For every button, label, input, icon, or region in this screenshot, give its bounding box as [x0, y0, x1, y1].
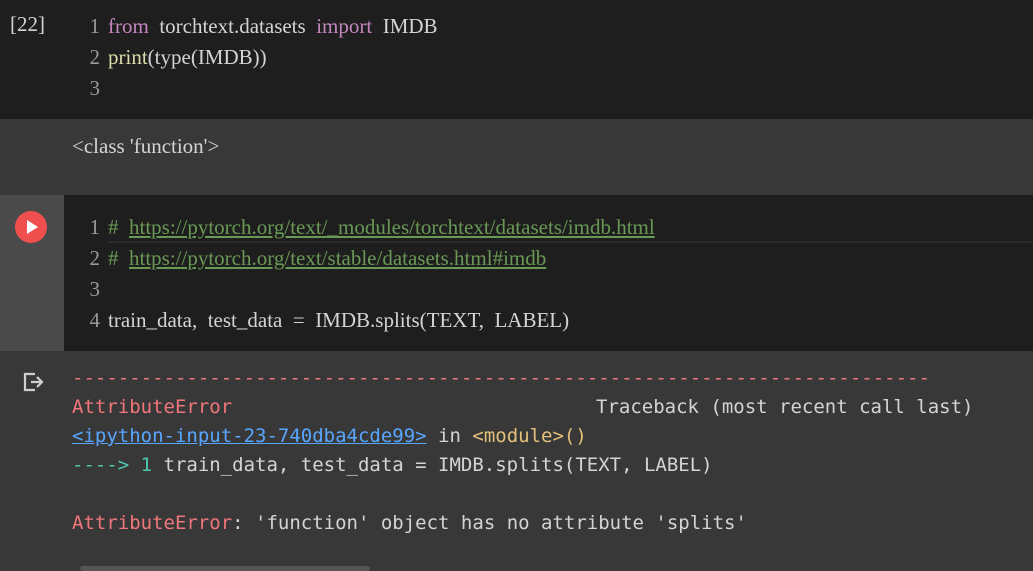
- traceback-divider: ----------------------------------------…: [72, 367, 930, 389]
- comment-hash: #: [108, 246, 119, 270]
- line-number: 1: [89, 14, 101, 38]
- code-line-1[interactable]: from torchtext.datasets import IMDB: [108, 14, 438, 39]
- ipython-input-link[interactable]: <ipython-input-23-740dba4cde99>: [72, 425, 427, 447]
- line-number: 1: [89, 215, 101, 239]
- error-name: AttributeError: [72, 396, 233, 418]
- traceback-arrow: ----> 1: [72, 454, 153, 476]
- print-args: (type(IMDB)): [147, 45, 267, 69]
- output-clear-icon[interactable]: [22, 371, 44, 393]
- traceback-label: Traceback (most recent call last): [596, 396, 974, 418]
- code-line-4[interactable]: train_data, test_data = IMDB.splits(TEXT…: [108, 308, 569, 333]
- traceback-code: train_data, test_data = IMDB.splits(TEXT…: [152, 454, 713, 476]
- line-highlight: [108, 241, 1033, 243]
- line-number: 4: [89, 308, 101, 332]
- import-name: IMDB: [382, 14, 438, 38]
- function-print: print: [108, 45, 148, 69]
- keyword-import: import: [316, 14, 373, 38]
- keyword-from: from: [108, 14, 149, 38]
- comment-link-1[interactable]: https://pytorch.org/text/_modules/torcht…: [129, 215, 655, 239]
- module-text: <module>(): [472, 425, 587, 447]
- code-line-2[interactable]: print(type(IMDB)): [108, 45, 267, 70]
- comment-link-2[interactable]: https://pytorch.org/text/stable/datasets…: [129, 246, 546, 270]
- line-number: 2: [89, 45, 101, 69]
- code-line-1[interactable]: # https://pytorch.org/text/_modules/torc…: [108, 215, 655, 240]
- horizontal-scrollbar[interactable]: [80, 566, 370, 571]
- final-error: AttributeError: 'function' object has no…: [72, 512, 747, 534]
- module-name: torchtext.datasets: [159, 14, 306, 38]
- output-text: <class 'function'>: [72, 134, 220, 158]
- in-text: in: [426, 425, 473, 447]
- code-line-2[interactable]: # https://pytorch.org/text/stable/datase…: [108, 246, 546, 271]
- final-error-name: AttributeError: [72, 512, 233, 534]
- traceback-line: ----> 1 train_data, test_data = IMDB.spl…: [72, 454, 713, 476]
- line-number: 3: [89, 277, 101, 301]
- traceback-location: <ipython-input-23-740dba4cde99> in <modu…: [72, 425, 587, 447]
- line-number: 2: [89, 246, 101, 270]
- line-number: 3: [89, 76, 101, 100]
- final-error-message: : 'function' object has no attribute 'sp…: [232, 512, 747, 534]
- comment-hash: #: [108, 215, 119, 239]
